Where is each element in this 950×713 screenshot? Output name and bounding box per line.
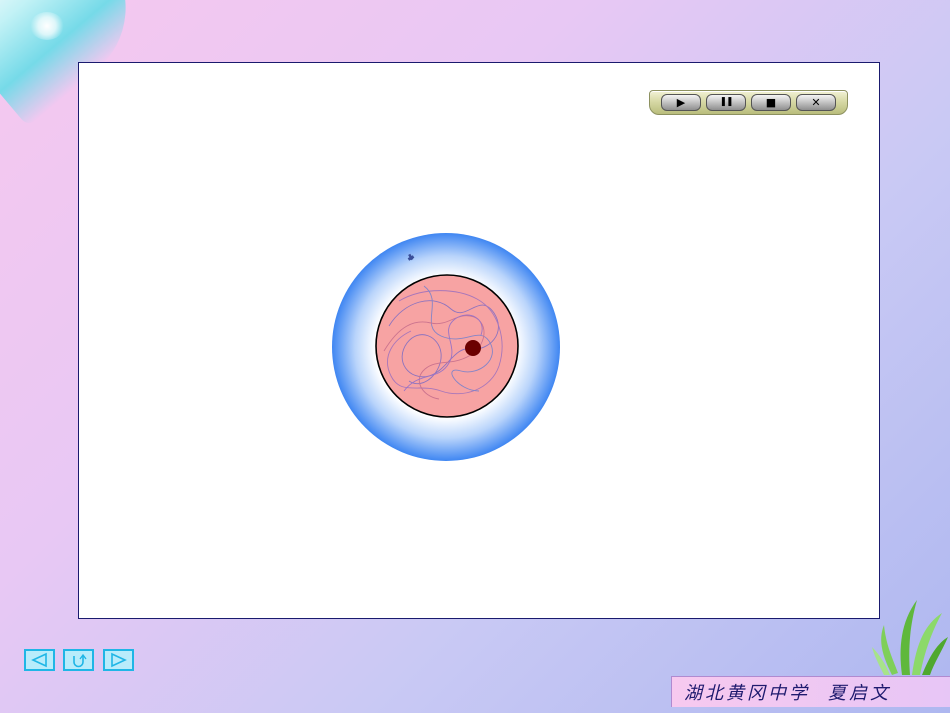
grass-decoration [872,600,948,675]
media-player-controls: ▶ ❚❚ ■ ✕ [649,90,848,115]
next-button[interactable] [103,649,134,671]
stop-button[interactable]: ■ [751,94,791,111]
return-icon [73,653,87,668]
return-button[interactable] [63,649,94,671]
previous-button[interactable] [24,649,55,671]
corner-sparkle [30,12,64,40]
cell-diagram [332,233,560,461]
school-name: 湖北黄冈中学 [684,683,810,704]
pause-icon: ❚❚ [719,97,733,107]
animation-stage: ▶ ❚❚ ■ ✕ [78,62,880,619]
author-signature: 湖北黄冈中学 夏启文 [671,676,950,707]
close-button[interactable]: ✕ [796,94,836,111]
pause-button[interactable]: ❚❚ [706,94,746,111]
author-name: 夏启文 [828,683,891,704]
slide-background: ▶ ❚❚ ■ ✕ 湖北黄冈中学 夏启文 [0,0,950,713]
triangle-left-icon [31,652,47,668]
play-icon: ▶ [676,96,686,109]
nucleus [375,274,519,418]
stop-icon: ■ [765,96,777,109]
nucleolus [465,340,481,356]
close-icon: ✕ [811,96,821,109]
play-button[interactable]: ▶ [661,94,701,111]
triangle-right-icon [111,652,127,668]
